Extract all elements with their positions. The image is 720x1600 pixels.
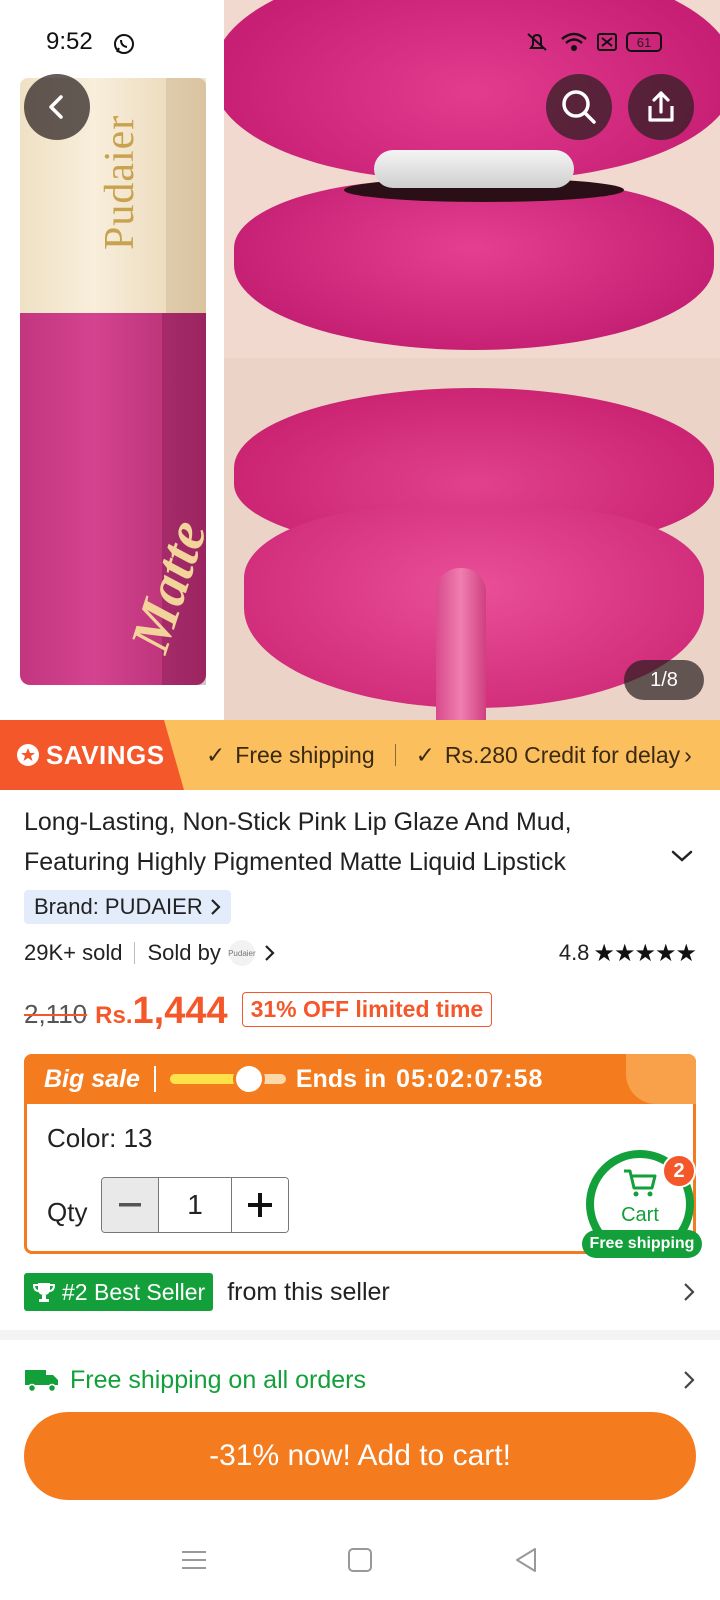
free-shipping-row[interactable]: Free shipping on all orders	[24, 1360, 696, 1400]
clock-icon	[232, 1063, 265, 1095]
seller-logo[interactable]: Pudaier	[228, 940, 256, 966]
plus-icon	[248, 1193, 272, 1217]
battery-level: 61	[636, 34, 652, 50]
image-counter: 1/8	[624, 660, 704, 700]
best-seller-text: from this seller	[227, 1277, 390, 1306]
divider	[134, 942, 136, 964]
system-nav-bar	[0, 1520, 720, 1600]
increase-qty-button[interactable]	[232, 1178, 288, 1232]
rating[interactable]: 4.8 ★★★★★	[558, 939, 697, 968]
savings-tag: SAVINGS	[0, 720, 184, 790]
sale-title: Big sale	[44, 1064, 140, 1093]
brand-chip[interactable]: Brand: PUDAIER	[24, 890, 231, 924]
currency: Rs.	[95, 1002, 133, 1029]
minus-icon	[119, 1203, 141, 1207]
product-title: Long-Lasting, Non-Stick Pink Lip Glaze A…	[24, 808, 572, 876]
chevron-right-icon[interactable]	[263, 944, 275, 962]
status-bar: 9:52 61	[0, 24, 720, 64]
brand-label: Brand: PUDAIER	[34, 894, 203, 919]
savings-benefits: ✓ Free shipping ✓ Rs.280 Credit for dela…	[206, 720, 692, 790]
discount-badge: 31% OFF limited time	[241, 992, 493, 1027]
qty-value[interactable]: 1	[158, 1178, 232, 1232]
trophy-icon	[32, 1283, 56, 1302]
chevron-right-icon	[684, 1283, 695, 1301]
status-time: 9:52	[46, 28, 93, 55]
product-page: Pudaier Matte 1/8 9:52 61 SAVINGS ✓ Free…	[0, 0, 720, 1600]
free-shipping-text: Free shipping on all orders	[70, 1365, 366, 1394]
ends-label: Ends in	[295, 1064, 387, 1093]
search-icon	[562, 90, 596, 124]
truck-icon	[25, 1370, 58, 1393]
cart-icon	[624, 1169, 657, 1197]
stats-row: 29K+ sold Sold by Pudaier 4.8 ★★★★★	[24, 936, 697, 970]
wifi-icon	[561, 32, 587, 51]
seller-logo-text: Pudaier	[228, 948, 256, 958]
check-icon: ✓	[415, 741, 435, 768]
cta-bar: -31% now! Add to cart!	[0, 1396, 720, 1506]
current-price: 1,444	[132, 990, 228, 1032]
search-button[interactable]	[546, 74, 612, 140]
silent-bell-icon	[527, 33, 547, 51]
best-seller-badge: #2 Best Seller	[24, 1273, 214, 1311]
savings-badge-icon	[17, 744, 39, 766]
no-sim-icon	[597, 33, 617, 51]
sale-progress-bar	[169, 1063, 286, 1095]
sold-count: 29K+ sold	[24, 940, 123, 965]
benefit-delay-credit: Rs.280 Credit for delay	[444, 741, 681, 768]
best-seller-row[interactable]: #2 Best Seller from this seller	[24, 1272, 696, 1312]
cart-label: Cart	[621, 1204, 659, 1226]
savings-bar[interactable]: SAVINGS ✓ Free shipping ✓ Rs.280 Credit …	[0, 720, 720, 790]
divider	[153, 1066, 156, 1092]
color-selector[interactable]: Color: 13	[47, 1123, 153, 1154]
status-icons: 61	[522, 30, 662, 54]
countdown-timer: 05:02:07:58	[396, 1064, 544, 1093]
chevron-down-icon[interactable]	[670, 848, 694, 864]
cart-free-shipping: Free shipping	[582, 1230, 702, 1258]
whatsapp-icon	[114, 34, 134, 54]
chevron-right-icon	[684, 1371, 695, 1389]
sold-by-label[interactable]: Sold by	[147, 940, 220, 966]
share-icon	[648, 91, 674, 122]
decrease-qty-button[interactable]	[102, 1178, 158, 1232]
chevron-right-icon: ›	[684, 741, 692, 768]
chevron-right-icon	[210, 899, 221, 915]
share-button[interactable]	[628, 74, 694, 140]
back-icon[interactable]	[513, 1546, 539, 1574]
sale-decoration	[626, 1054, 696, 1104]
product-image-gallery[interactable]: Pudaier Matte 1/8	[0, 0, 720, 720]
tube-brand-text: Pudaier	[97, 114, 143, 250]
divider	[394, 744, 396, 766]
best-seller-label: #2 Best Seller	[62, 1278, 206, 1305]
section-divider	[0, 1330, 720, 1340]
back-button[interactable]	[24, 74, 90, 140]
add-to-cart-button[interactable]: -31% now! Add to cart!	[24, 1412, 696, 1500]
savings-label: SAVINGS	[46, 739, 165, 770]
quantity-stepper: 1	[101, 1177, 289, 1233]
qty-label: Qty	[47, 1197, 88, 1227]
battery-icon: 61	[626, 32, 662, 52]
home-icon[interactable]	[347, 1547, 373, 1573]
rating-value: 4.8	[558, 940, 590, 965]
original-price: 2,110	[24, 999, 88, 1029]
benefit-free-shipping: Free shipping	[235, 741, 375, 768]
cart-count-badge: 2	[662, 1154, 696, 1188]
back-arrow-icon	[49, 95, 63, 119]
price-row: 2,110 Rs. 1,444 31% OFF limited time	[24, 990, 493, 1040]
star-rating-icon: ★★★★★	[593, 939, 697, 967]
sale-header: Big sale Ends in 05:02:07:58	[24, 1054, 696, 1104]
check-icon: ✓	[206, 741, 226, 768]
title-fade	[560, 842, 640, 882]
menu-icon[interactable]	[181, 1549, 207, 1571]
